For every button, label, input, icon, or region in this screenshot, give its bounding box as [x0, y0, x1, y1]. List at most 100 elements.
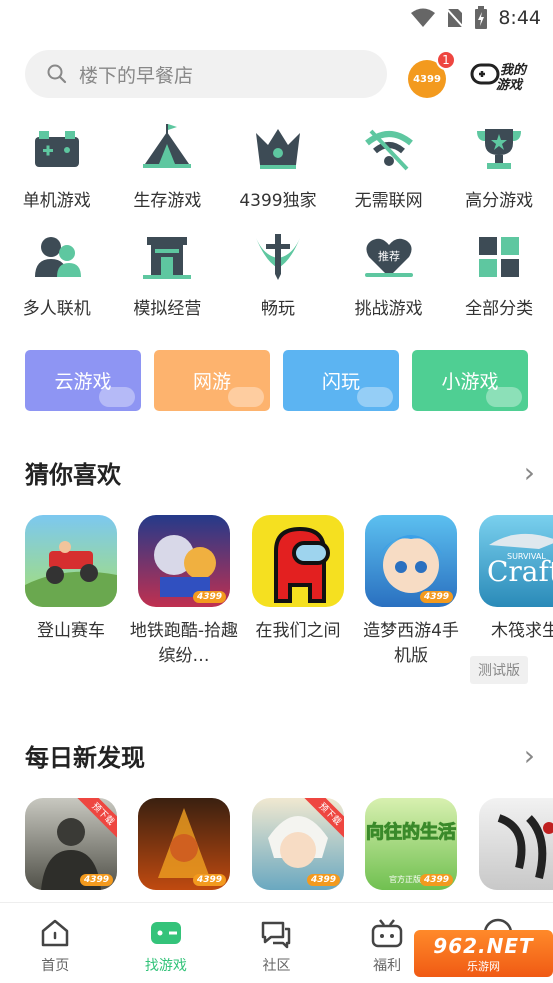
message-badge-button[interactable]: 4399 1	[408, 50, 456, 98]
4399-tag: 4399	[306, 874, 340, 886]
category-label: 4399独家	[239, 191, 317, 211]
gamepad-decor-icon	[228, 387, 264, 407]
section-header-new: 每日新发现 ›	[25, 738, 535, 773]
gamepad-icon	[150, 922, 181, 944]
nav-community[interactable]: 社区	[221, 903, 332, 983]
category-standalone[interactable]: 单机游戏	[3, 120, 111, 228]
category-free-play[interactable]: 畅玩	[224, 228, 332, 336]
gamepad-decor-icon	[486, 387, 522, 407]
game-card[interactable]: 预下载 4399	[252, 798, 344, 890]
users-icon	[28, 228, 86, 286]
nav-label: 社区	[262, 958, 291, 974]
my-games-button[interactable]: 我的 游戏	[470, 55, 532, 93]
category-high-score[interactable]: 高分游戏	[445, 120, 553, 228]
game-icon: 4399	[138, 798, 230, 890]
game-icon: 预下载 4399	[25, 798, 117, 890]
wifi-off-icon	[360, 120, 418, 178]
svg-text:游戏: 游戏	[496, 77, 524, 93]
instant-play-button[interactable]: 闪玩	[283, 350, 399, 411]
game-card[interactable]: 在我们之间	[252, 515, 344, 644]
category-exclusive[interactable]: 4399独家	[224, 120, 332, 228]
battery-charging-icon	[475, 6, 488, 29]
watermark-text: 962.NET	[433, 933, 534, 958]
category-survival[interactable]: 生存游戏	[114, 120, 222, 228]
svg-text:SURVIVAL: SURVIVAL	[507, 552, 546, 561]
chevron-right-icon[interactable]: ›	[524, 739, 535, 772]
category-simulation[interactable]: 模拟经营	[114, 228, 222, 336]
quick-entry-row: 云游戏 网游 闪玩 小游戏	[25, 350, 553, 411]
crown-icon	[249, 120, 307, 178]
svg-text:向往的生活: 向往的生活	[366, 821, 456, 843]
game-name: 造梦西游4手机版	[363, 621, 459, 666]
nav-find-games[interactable]: 找游戏	[111, 903, 222, 983]
nav-label: 首页	[41, 958, 70, 974]
watermark-logo: 962.NET 乐游网	[414, 930, 553, 977]
clock: 8:44	[498, 7, 541, 29]
4399-tag: 4399	[192, 874, 226, 886]
category-label: 畅玩	[260, 299, 295, 319]
game-icon: Craft SURVIVAL	[479, 515, 553, 607]
game-name: 登山赛车	[37, 621, 105, 641]
new-games-row: 预下载 4399 4399 预下载 4399 向往的生活官方正版 4399	[25, 798, 553, 890]
section-title: 猜你喜欢	[25, 461, 121, 489]
category-offline[interactable]: 无需联网	[335, 120, 443, 228]
game-card[interactable]: 4399 地铁跑酷-拾趣缤纷…	[130, 515, 238, 669]
nav-home[interactable]: 首页	[0, 903, 111, 983]
nav-label: 找游戏	[144, 958, 187, 974]
category-label: 多人联机	[22, 299, 91, 319]
category-label: 挑战游戏	[354, 299, 423, 319]
gamepad-decor-icon	[99, 387, 135, 407]
svg-text:推荐: 推荐	[378, 249, 400, 263]
mini-games-button[interactable]: 小游戏	[412, 350, 528, 411]
test-version-tag: 测试版	[470, 656, 528, 684]
game-icon: 4399	[365, 515, 457, 607]
category-label: 高分游戏	[465, 191, 534, 211]
gift-icon	[371, 919, 403, 948]
trophy-icon	[470, 120, 528, 178]
category-label: 无需联网	[354, 191, 423, 211]
category-grid: 单机游戏 生存游戏 4399独家 无需联网 高分游戏 多人联机 模拟经营 畅玩 …	[0, 120, 553, 336]
online-games-button[interactable]: 网游	[154, 350, 270, 411]
svg-text:我的: 我的	[500, 62, 528, 78]
gamepad-icon	[28, 120, 86, 178]
grid-icon	[470, 228, 528, 286]
4399-tag: 4399	[419, 874, 453, 886]
gamepad-decor-icon	[357, 387, 393, 407]
my-games-icon: 我的 游戏	[470, 62, 528, 93]
building-icon	[138, 228, 196, 286]
game-name: 地铁跑酷-拾趣缤纷…	[129, 621, 239, 666]
nav-label: 福利	[373, 958, 402, 974]
game-name: 在我们之间	[255, 621, 341, 641]
chevron-right-icon[interactable]: ›	[524, 456, 535, 489]
category-multiplayer[interactable]: 多人联机	[3, 228, 111, 336]
cloud-games-button[interactable]: 云游戏	[25, 350, 141, 411]
game-icon: 4399	[138, 515, 230, 607]
category-label: 生存游戏	[133, 191, 202, 211]
game-card[interactable]	[479, 798, 553, 890]
game-card[interactable]: 登山赛车	[25, 515, 117, 644]
game-card[interactable]: Craft SURVIVAL 木筏求生	[479, 515, 553, 644]
category-label: 模拟经营	[133, 299, 202, 319]
chat-icon	[262, 921, 291, 949]
game-card[interactable]: 向往的生活官方正版 4399	[365, 798, 457, 890]
svg-text:官方正版: 官方正版	[389, 874, 421, 884]
section-header-guess: 猜你喜欢 ›	[25, 455, 535, 490]
category-label: 全部分类	[465, 299, 534, 319]
notification-count: 1	[436, 50, 456, 70]
4399-tag: 4399	[192, 591, 226, 603]
game-card[interactable]: 预下载 4399	[25, 798, 117, 890]
search-icon	[47, 64, 67, 84]
wifi-icon	[411, 8, 436, 27]
sword-icon	[249, 228, 307, 286]
category-all[interactable]: 全部分类	[445, 228, 553, 336]
no-sim-icon	[446, 7, 465, 29]
search-input[interactable]: 楼下的早餐店	[25, 50, 387, 98]
game-card[interactable]: 4399	[138, 798, 230, 890]
game-icon: 预下载 4399	[252, 798, 344, 890]
game-card[interactable]: 4399 造梦西游4手机版	[363, 515, 459, 669]
status-bar: 8:44	[0, 0, 553, 38]
category-challenge[interactable]: 推荐 挑战游戏	[335, 228, 443, 336]
category-label: 单机游戏	[22, 191, 91, 211]
game-icon	[25, 515, 117, 607]
game-name: 木筏求生	[491, 621, 553, 641]
